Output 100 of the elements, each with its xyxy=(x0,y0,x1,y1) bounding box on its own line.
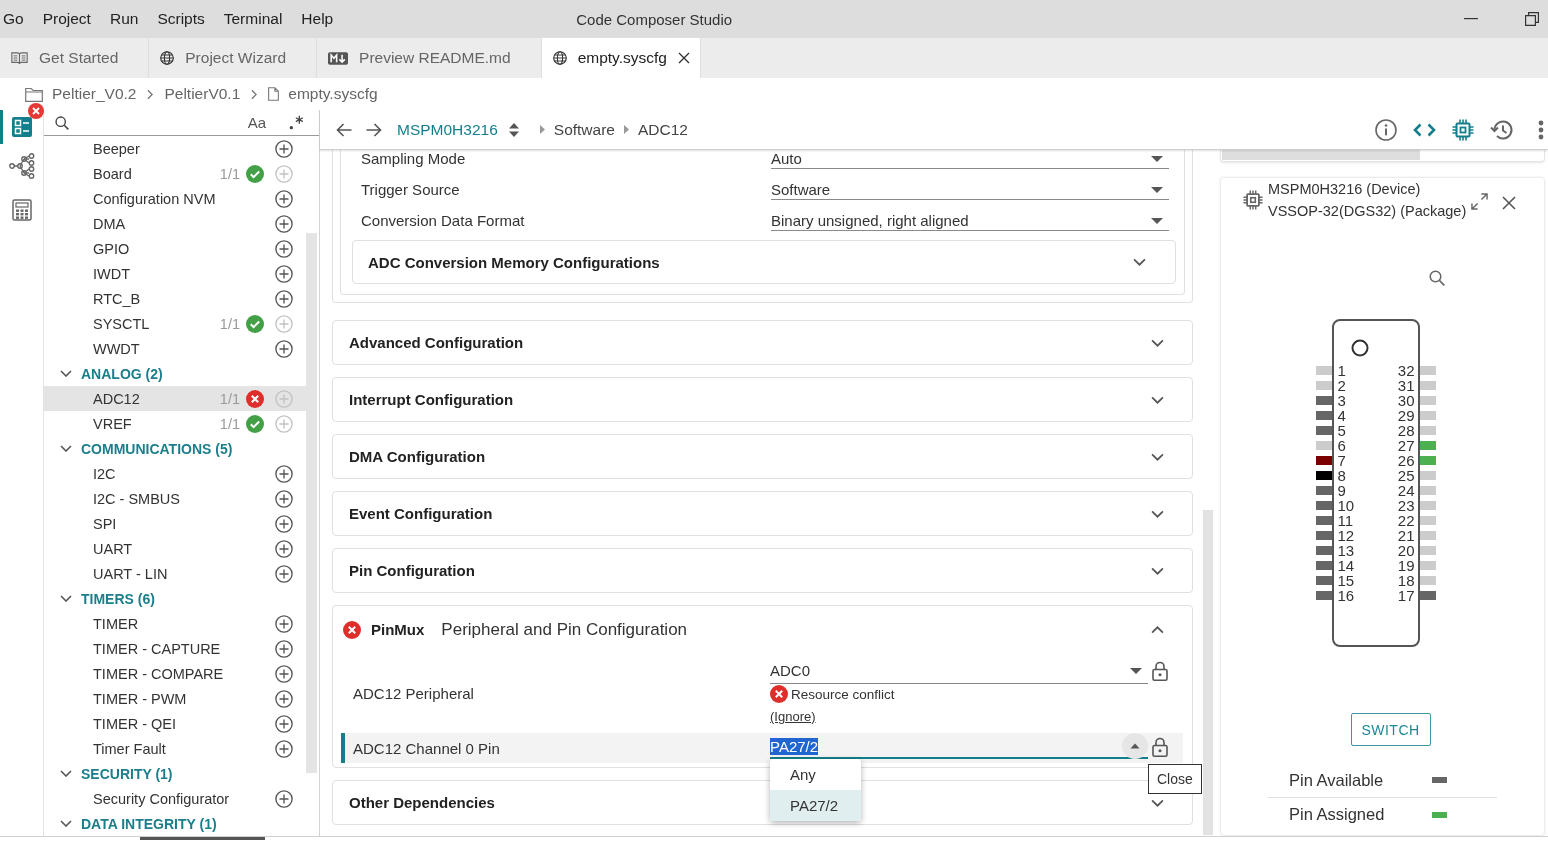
plus-circle-icon[interactable] xyxy=(275,539,293,558)
sort-icon[interactable] xyxy=(508,122,519,137)
tree-item[interactable]: TIMER - QEI xyxy=(93,715,176,732)
section-title[interactable]: DMA Configuration xyxy=(349,448,486,465)
chevron-down-icon[interactable] xyxy=(1133,258,1146,266)
section-title[interactable]: Other Dependencies xyxy=(349,794,495,811)
chevron-down-icon[interactable] xyxy=(1151,798,1164,807)
lock-icon[interactable] xyxy=(1152,661,1168,681)
tree-item[interactable]: TIMER xyxy=(93,615,139,632)
device-link[interactable]: MSPM0H3216 xyxy=(397,120,498,139)
chevron-down-icon[interactable] xyxy=(60,445,72,452)
arrow-left-icon[interactable] xyxy=(336,122,352,137)
close-icon[interactable] xyxy=(1502,196,1517,210)
breadcrumb-item[interactable]: ADC12 xyxy=(637,120,688,139)
tree-item[interactable]: Security Configurator xyxy=(93,790,230,807)
menu-item[interactable]: Project xyxy=(42,10,91,28)
category-label[interactable]: DATA INTEGRITY (1) xyxy=(81,815,217,832)
tree-item[interactable]: Configuration NVM xyxy=(93,190,216,207)
section-title[interactable]: Interrupt Configuration xyxy=(349,391,514,408)
search-icon[interactable] xyxy=(55,116,69,130)
editor-tab[interactable]: Preview README.md xyxy=(317,38,542,78)
tree-item[interactable]: SPI xyxy=(93,515,117,532)
scrollbar-thumb[interactable] xyxy=(140,837,265,840)
chevron-down-icon[interactable] xyxy=(60,820,72,827)
plus-circle-icon[interactable] xyxy=(275,339,293,358)
menu-item[interactable]: Run xyxy=(109,10,139,28)
lock-icon[interactable] xyxy=(1152,737,1168,757)
dropdown-option[interactable]: Any xyxy=(770,759,861,790)
path-item[interactable]: empty.syscfg xyxy=(268,85,378,103)
select-field[interactable]: Auto xyxy=(771,150,1169,169)
chevron-down-icon[interactable] xyxy=(60,595,72,602)
plus-circle-icon[interactable] xyxy=(275,264,293,283)
path-item[interactable]: Peltier_V0.2 xyxy=(25,85,137,103)
section-title[interactable]: ADC Conversion Memory Configurations xyxy=(368,253,660,271)
category-label[interactable]: SECURITY (1) xyxy=(81,765,173,782)
path-item[interactable]: PeltierV0.1 xyxy=(164,85,241,103)
restore-icon[interactable] xyxy=(1525,12,1539,26)
section-title[interactable]: Advanced Configuration xyxy=(349,334,524,351)
history-icon[interactable] xyxy=(1490,118,1514,141)
plus-circle-icon[interactable] xyxy=(275,464,293,483)
tree-item[interactable]: I2C xyxy=(93,465,116,482)
ignore-link[interactable]: (Ignore) xyxy=(770,709,816,724)
pin-icon[interactable] xyxy=(1315,456,1332,465)
tree-item[interactable]: TIMER - CAPTURE xyxy=(93,640,221,657)
tree-item[interactable]: Board xyxy=(93,165,132,182)
section-title[interactable]: Event Configuration xyxy=(349,505,493,522)
plus-circle-icon[interactable] xyxy=(275,489,293,508)
editor-tab[interactable]: empty.syscfg xyxy=(541,38,701,78)
chip-icon[interactable] xyxy=(1452,118,1474,141)
switch-button[interactable]: SWITCH xyxy=(1350,713,1431,746)
tree-item[interactable]: ADC12 xyxy=(93,390,140,407)
chevron-down-icon[interactable] xyxy=(1151,338,1164,347)
chevron-down-icon[interactable] xyxy=(60,770,72,777)
tree-item[interactable]: Beeper xyxy=(93,140,140,157)
plus-circle-icon[interactable] xyxy=(275,239,293,258)
plus-circle-icon[interactable] xyxy=(275,139,293,158)
tree-item[interactable]: WWDT xyxy=(93,340,140,357)
plus-circle-icon[interactable] xyxy=(275,614,293,633)
plus-circle-icon[interactable] xyxy=(275,564,293,583)
scrollbar[interactable] xyxy=(1203,510,1213,835)
tree-item[interactable]: DMA xyxy=(93,215,126,232)
chevron-down-icon[interactable] xyxy=(1151,509,1164,518)
scrollbar[interactable] xyxy=(306,233,317,773)
plus-circle-icon[interactable] xyxy=(275,639,293,658)
menu-item[interactable]: Terminal xyxy=(223,10,283,28)
plus-circle-icon[interactable] xyxy=(275,789,293,808)
select-field[interactable]: Binary unsigned, right aligned xyxy=(771,212,1169,231)
pin-icon[interactable] xyxy=(1315,471,1332,480)
tree-item[interactable]: RTC_B xyxy=(93,290,141,307)
caret-down-icon[interactable] xyxy=(1130,667,1142,674)
plus-circle-icon[interactable] xyxy=(275,739,293,758)
tree-item[interactable]: UART - LIN xyxy=(93,565,168,582)
menu-item[interactable]: Help xyxy=(301,10,334,28)
plus-circle-icon[interactable] xyxy=(275,514,293,533)
regex-icon[interactable] xyxy=(289,115,304,130)
more-icon[interactable] xyxy=(1538,119,1544,140)
section-title[interactable]: PinMux xyxy=(371,621,425,638)
category-label[interactable]: ANALOG (2) xyxy=(81,365,163,382)
tree-item[interactable]: GPIO xyxy=(93,240,130,257)
minimize-icon[interactable] xyxy=(1464,18,1478,20)
scrollbar-thumb[interactable] xyxy=(1222,150,1420,160)
arrow-right-icon[interactable] xyxy=(366,122,382,137)
plus-circle-icon[interactable] xyxy=(275,714,293,733)
info-icon[interactable] xyxy=(1375,118,1397,141)
close-icon[interactable] xyxy=(677,52,690,64)
category-label[interactable]: COMMUNICATIONS (5) xyxy=(81,440,233,457)
tree-item[interactable]: SYSCTL xyxy=(93,315,150,332)
editor-tab[interactable]: Project Wizard xyxy=(149,38,318,78)
plus-circle-icon[interactable] xyxy=(275,289,293,308)
breadcrumb-item[interactable]: Software xyxy=(553,120,615,139)
expand-icon[interactable] xyxy=(1471,193,1489,210)
chevron-down-icon[interactable] xyxy=(1151,452,1164,461)
chevron-down-icon[interactable] xyxy=(1151,395,1164,404)
plus-circle-icon[interactable] xyxy=(275,189,293,208)
plus-circle-icon[interactable] xyxy=(275,664,293,683)
caret-up-icon[interactable] xyxy=(1122,733,1148,759)
chevron-down-icon[interactable] xyxy=(1151,566,1164,575)
plus-circle-icon[interactable] xyxy=(275,214,293,233)
chevron-up-icon[interactable] xyxy=(1151,625,1164,634)
tree-item[interactable]: UART xyxy=(93,540,133,557)
